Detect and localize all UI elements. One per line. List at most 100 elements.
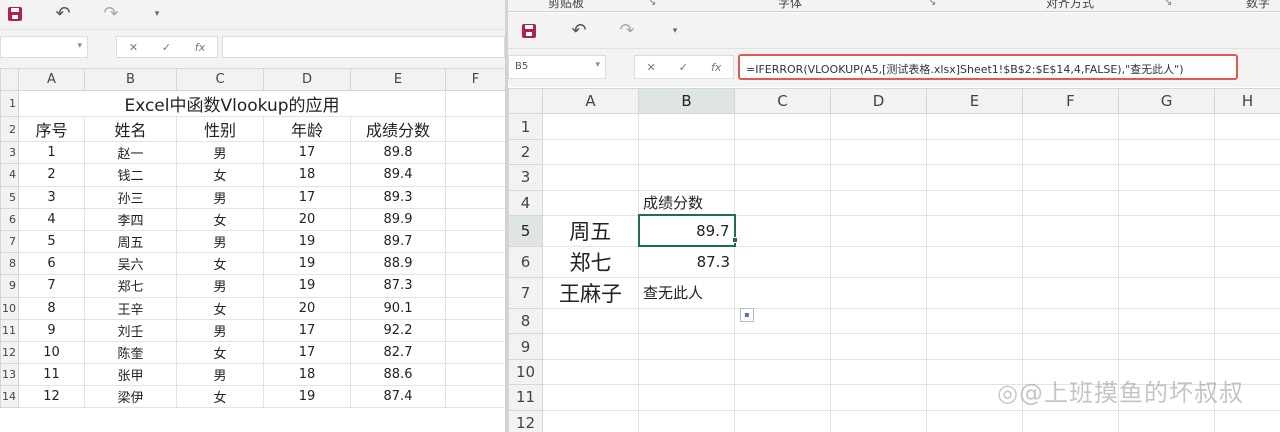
sheet-cell[interactable]: [830, 164, 927, 191]
column-header-b[interactable]: B: [84, 67, 177, 92]
table-cell[interactable]: 19: [263, 274, 351, 298]
table-cell[interactable]: 88.9: [350, 252, 446, 276]
table-cell[interactable]: 17: [263, 141, 351, 165]
table-cell[interactable]: 12: [18, 385, 85, 409]
table-cell[interactable]: 5: [18, 229, 85, 254]
row-header[interactable]: 11: [0, 318, 19, 342]
sheet-cell[interactable]: [638, 113, 735, 140]
chevron-down-icon[interactable]: ▾: [595, 60, 600, 70]
name-box[interactable]: ▾: [0, 36, 88, 58]
table-cell[interactable]: 90.1: [350, 296, 446, 320]
enter-icon[interactable]: ✓: [679, 61, 688, 74]
column-header-a[interactable]: A: [542, 87, 639, 115]
table-cell[interactable]: 女: [176, 340, 264, 365]
table-cell[interactable]: 19: [263, 229, 351, 254]
sheet-cell[interactable]: [926, 164, 1023, 191]
table-cell[interactable]: 92.2: [350, 318, 446, 342]
row-header[interactable]: 4: [0, 163, 19, 187]
sheet-cell[interactable]: [542, 189, 639, 216]
ribbon-group-clipboard[interactable]: 剪贴板: [548, 0, 584, 11]
table-cell[interactable]: 89.9: [350, 207, 446, 231]
column-header-g[interactable]: G: [1118, 87, 1215, 115]
sheet-cell[interactable]: [830, 409, 927, 432]
table-cell[interactable]: 女: [176, 207, 264, 231]
select-all-corner[interactable]: [508, 87, 543, 115]
sheet-cell[interactable]: [1022, 245, 1119, 278]
table-cell[interactable]: 87.4: [350, 385, 446, 409]
table-cell[interactable]: 男: [176, 141, 264, 165]
sheet-cell[interactable]: [445, 296, 505, 320]
table-header-cell[interactable]: 成绩分数: [350, 116, 446, 143]
sheet-cell[interactable]: [1118, 164, 1215, 191]
cancel-icon[interactable]: ✕: [129, 41, 138, 54]
sheet-cell[interactable]: [1214, 164, 1280, 191]
sheet-cell[interactable]: [445, 363, 505, 387]
column-header-f[interactable]: F: [445, 67, 505, 92]
table-cell[interactable]: 17: [263, 340, 351, 365]
lookup-result-cell[interactable]: 查无此人: [638, 276, 735, 309]
paste-options-icon[interactable]: ▪: [740, 308, 754, 322]
sheet-cell[interactable]: [542, 164, 639, 191]
sheet-cell[interactable]: [1022, 333, 1119, 360]
sheet-cell[interactable]: [830, 307, 927, 335]
sheet-cell[interactable]: [1118, 409, 1215, 432]
chevron-down-icon[interactable]: ▾: [77, 41, 82, 51]
undo-button[interactable]: ↶: [52, 3, 74, 25]
sheet-cell[interactable]: [1214, 409, 1280, 432]
sheet-cell[interactable]: [542, 138, 639, 166]
table-cell[interactable]: 孙三: [84, 185, 177, 209]
table-cell[interactable]: 钱二: [84, 163, 177, 187]
sheet-cell[interactable]: [542, 113, 639, 140]
sheet-cell[interactable]: [1118, 189, 1215, 216]
table-cell[interactable]: 20: [263, 296, 351, 320]
formula-input[interactable]: [222, 36, 505, 58]
ribbon-group-number[interactable]: 数字: [1246, 0, 1270, 11]
sheet-cell[interactable]: [638, 409, 735, 432]
sheet-cell[interactable]: [1214, 245, 1280, 278]
sheet-cell[interactable]: [542, 384, 639, 411]
table-cell[interactable]: 4: [18, 207, 85, 231]
sheet-cell[interactable]: [1214, 113, 1280, 140]
sheet-cell[interactable]: [445, 318, 505, 342]
ribbon-group-alignment[interactable]: 对齐方式: [1046, 0, 1094, 11]
row-header[interactable]: 10: [508, 358, 543, 386]
active-cell[interactable]: 89.7: [637, 214, 736, 248]
sheet-cell[interactable]: [445, 163, 505, 187]
table-cell[interactable]: 梁伊: [84, 385, 177, 409]
row-header[interactable]: 13: [0, 363, 19, 387]
row-header[interactable]: 11: [508, 384, 543, 411]
customize-toolbar-button[interactable]: ▾: [146, 3, 168, 25]
sheet-cell[interactable]: [1118, 307, 1215, 335]
table-cell[interactable]: 张甲: [84, 363, 177, 387]
table-cell[interactable]: 7: [18, 274, 85, 298]
customize-toolbar-button[interactable]: ▾: [664, 20, 686, 42]
column-header-d[interactable]: D: [263, 67, 351, 92]
table-cell[interactable]: 82.7: [350, 340, 446, 365]
name-box[interactable]: B5 ▾: [508, 55, 606, 79]
insert-function-icon[interactable]: fx: [711, 61, 721, 74]
table-cell[interactable]: 17: [263, 318, 351, 342]
save-button[interactable]: [518, 20, 540, 42]
sheet-cell[interactable]: [1214, 189, 1280, 216]
sheet-cell[interactable]: [1118, 113, 1215, 140]
sheet-cell[interactable]: [1214, 214, 1280, 247]
row-header[interactable]: 7: [508, 276, 543, 309]
sheet-cell[interactable]: [1022, 164, 1119, 191]
formula-input[interactable]: =IFERROR(VLOOKUP(A5,[测试表格.xlsx]Sheet1!$B…: [738, 54, 1238, 80]
sheet-cell[interactable]: [830, 113, 927, 140]
sheet-cell[interactable]: [445, 340, 505, 365]
sheet-cell[interactable]: [1214, 276, 1280, 309]
sheet-cell[interactable]: [1214, 307, 1280, 335]
sheet-cell[interactable]: [734, 164, 831, 191]
table-cell[interactable]: 8: [18, 296, 85, 320]
table-cell[interactable]: 10: [18, 340, 85, 365]
column-header-c[interactable]: C: [734, 87, 831, 115]
table-cell[interactable]: 6: [18, 252, 85, 276]
sheet-cell[interactable]: [926, 245, 1023, 278]
table-cell[interactable]: 20: [263, 207, 351, 231]
sheet-cell[interactable]: [638, 307, 735, 335]
sheet-cell[interactable]: [638, 164, 735, 191]
redo-button[interactable]: ↷: [100, 3, 122, 25]
sheet-cell[interactable]: [830, 245, 927, 278]
table-cell[interactable]: 19: [263, 385, 351, 409]
